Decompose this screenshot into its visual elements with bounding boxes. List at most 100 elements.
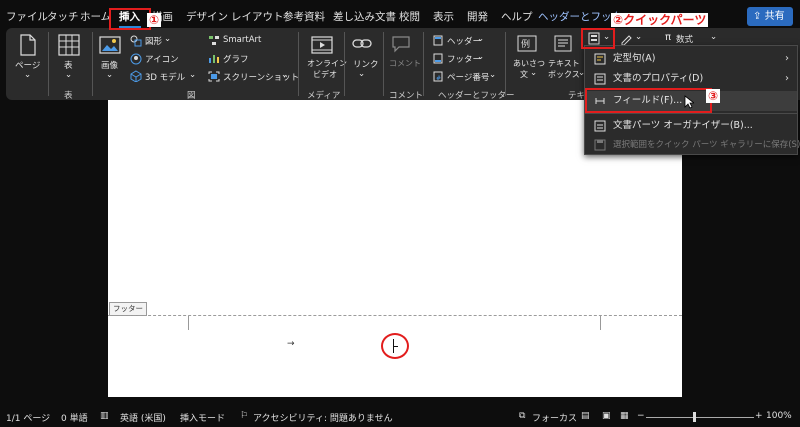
chevron-down-icon[interactable]: ⌄ bbox=[530, 68, 537, 78]
smartart-button[interactable]: SmartArt bbox=[223, 35, 261, 45]
graph-button[interactable]: グラフ bbox=[223, 53, 249, 65]
link-button[interactable]: リンク bbox=[353, 58, 379, 70]
image-icon bbox=[99, 36, 121, 54]
tab-developer[interactable]: 開発 bbox=[467, 9, 488, 25]
chevron-down-icon[interactable]: ⌄ bbox=[106, 70, 113, 80]
greeting-label-1[interactable]: あいさつ bbox=[513, 58, 545, 69]
tab-home[interactable]: ホーム bbox=[80, 9, 111, 25]
svg-text:例: 例 bbox=[521, 38, 530, 50]
formula-button[interactable]: 数式 bbox=[676, 33, 693, 45]
group-divider bbox=[383, 32, 384, 96]
svg-text:#: # bbox=[436, 75, 441, 82]
link-icon bbox=[352, 39, 372, 48]
shapes-button[interactable]: 図形 bbox=[145, 35, 162, 47]
chevron-down-icon[interactable]: ⌄ bbox=[24, 70, 31, 80]
chevron-down-icon[interactable]: ⌄ bbox=[477, 34, 484, 44]
chevron-right-icon: › bbox=[785, 73, 789, 84]
status-page[interactable]: 1/1 ページ bbox=[6, 411, 50, 424]
menu-item-autotext[interactable]: 定型句(A) › bbox=[585, 49, 797, 69]
textbox-label-2[interactable]: ボックス bbox=[548, 69, 580, 80]
footer-button[interactable]: フッター bbox=[447, 53, 481, 65]
group-divider bbox=[298, 32, 299, 96]
margin-corner-left bbox=[178, 316, 189, 330]
chart-icon bbox=[209, 55, 219, 63]
page-number-button[interactable]: ページ番号 bbox=[447, 71, 489, 83]
status-words[interactable]: 0 単語 bbox=[61, 411, 88, 424]
save-icon bbox=[594, 139, 606, 151]
chevron-down-icon[interactable]: ⌄ bbox=[358, 69, 365, 79]
tab-touch[interactable]: タッチ bbox=[47, 9, 79, 25]
chevron-down-icon[interactable]: ⌄ bbox=[710, 32, 717, 42]
table-icon bbox=[58, 34, 80, 56]
screenshot-icon bbox=[208, 71, 220, 82]
chevron-down-icon[interactable]: ⌄ bbox=[489, 70, 496, 80]
tab-mark: → bbox=[287, 339, 295, 349]
video-icon bbox=[311, 36, 333, 54]
annotation-box-field bbox=[585, 88, 712, 113]
footer-icon bbox=[433, 53, 443, 64]
tab-help[interactable]: ヘルプ bbox=[501, 9, 533, 25]
status-mode[interactable]: 挿入モード bbox=[180, 411, 225, 424]
share-label: 共有 bbox=[764, 11, 785, 22]
tab-mailings[interactable]: 差し込み文書 bbox=[333, 9, 396, 25]
group-divider bbox=[344, 32, 345, 96]
proofing-icon[interactable]: ▥ bbox=[100, 411, 109, 421]
smartart-icon bbox=[209, 36, 219, 45]
icons-button[interactable]: アイコン bbox=[145, 53, 179, 65]
tab-layout[interactable]: レイアウト bbox=[231, 9, 284, 25]
3d-models-button[interactable]: 3D モデル bbox=[145, 71, 185, 83]
zoom-in-button[interactable]: + bbox=[755, 411, 763, 421]
tab-design[interactable]: デザイン bbox=[186, 9, 228, 25]
status-bar: 1/1 ページ 0 単語 ▥ 英語 (米国) 挿入モード ⚐ アクセシビリティ:… bbox=[0, 407, 800, 427]
chevron-down-icon[interactable]: ⌄ bbox=[189, 70, 196, 80]
tab-review[interactable]: 校閲 bbox=[399, 9, 420, 25]
header-button[interactable]: ヘッダー bbox=[447, 35, 481, 47]
menu-item-save-selection[interactable]: 選択範囲をクイック パーツ ギャラリーに保存(S)... bbox=[585, 135, 800, 155]
chevron-down-icon[interactable]: ⌄ bbox=[65, 70, 72, 80]
tab-file[interactable]: ファイル bbox=[6, 9, 48, 25]
textbox-icon bbox=[554, 35, 572, 52]
menu-item-label: 定型句(A) bbox=[613, 53, 656, 64]
signature-line-icon bbox=[621, 35, 632, 45]
page-number-icon: # bbox=[433, 71, 443, 82]
formula-icon: π bbox=[665, 32, 672, 43]
annotation-label-step3: ③ bbox=[706, 89, 721, 103]
focus-button[interactable]: フォーカス bbox=[532, 411, 577, 424]
web-layout-icon[interactable]: ▦ bbox=[620, 411, 629, 421]
textbox-label-1[interactable]: テキスト bbox=[548, 58, 580, 69]
share-button[interactable]: ⇪ 共有 bbox=[747, 7, 793, 26]
group-divider bbox=[48, 32, 49, 96]
document-property-icon bbox=[594, 73, 606, 85]
chevron-down-icon[interactable]: ⌄ bbox=[477, 52, 484, 62]
chevron-down-icon[interactable]: ⌄ bbox=[281, 70, 288, 80]
online-video-label-2[interactable]: ビデオ bbox=[313, 69, 337, 80]
online-video-label-1[interactable]: オンライン bbox=[307, 58, 347, 69]
tab-view[interactable]: 表示 bbox=[433, 9, 454, 25]
menu-item-document-property[interactable]: 文書のプロパティ(D) › bbox=[585, 69, 797, 89]
group-divider bbox=[423, 32, 424, 96]
chevron-down-icon[interactable]: ⌄ bbox=[164, 34, 171, 44]
tab-references[interactable]: 参考資料 bbox=[283, 9, 325, 25]
footer-separator bbox=[108, 315, 682, 316]
group-divider bbox=[505, 32, 506, 96]
zoom-slider-thumb[interactable] bbox=[693, 412, 696, 422]
comment-icon bbox=[392, 36, 410, 53]
status-accessibility[interactable]: アクセシビリティ: 問題ありません bbox=[253, 411, 393, 424]
print-layout-icon[interactable]: ▣ bbox=[602, 411, 611, 421]
zoom-slider[interactable] bbox=[646, 417, 754, 418]
margin-corner-right bbox=[600, 316, 611, 330]
menu-item-building-blocks-organizer[interactable]: 文書パーツ オーガナイザー(B)... bbox=[585, 116, 797, 136]
zoom-level[interactable]: 100% bbox=[766, 411, 792, 421]
group-divider bbox=[92, 32, 93, 96]
header-icon bbox=[433, 35, 443, 46]
annotation-box-insert-tab bbox=[109, 8, 151, 30]
comment-button[interactable]: コメント bbox=[389, 58, 421, 69]
menu-item-label: 文書パーツ オーガナイザー(B)... bbox=[613, 120, 753, 131]
status-language[interactable]: 英語 (米国) bbox=[120, 411, 166, 424]
zoom-out-button[interactable]: − bbox=[637, 411, 645, 421]
chevron-down-icon[interactable]: ⌄ bbox=[635, 32, 642, 42]
footer-tag: フッター bbox=[109, 302, 147, 316]
greeting-label-2[interactable]: 文 bbox=[520, 69, 528, 80]
menu-separator bbox=[585, 113, 797, 114]
read-mode-icon[interactable]: ▤ bbox=[581, 411, 590, 421]
